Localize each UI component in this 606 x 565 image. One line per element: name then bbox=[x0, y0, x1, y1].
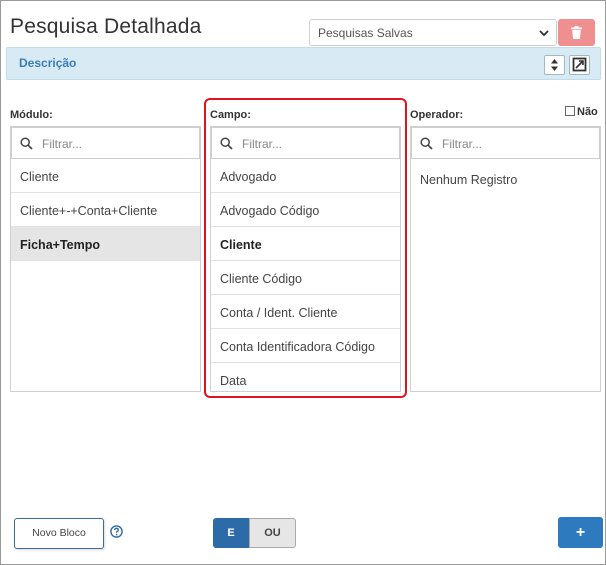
page-title: Pesquisa Detalhada bbox=[10, 15, 202, 38]
negate-checkbox[interactable]: Não bbox=[565, 106, 598, 118]
empty-state-text: Nenhum Registro bbox=[420, 173, 518, 187]
operador-panel: Filtrar... Nenhum Registro bbox=[410, 126, 601, 392]
add-condition-button[interactable]: + bbox=[558, 517, 603, 548]
logic-toggle: E OU bbox=[213, 518, 296, 548]
expand-button[interactable] bbox=[569, 55, 590, 75]
description-label: Descrição bbox=[19, 56, 77, 70]
campo-item-selected[interactable]: Cliente bbox=[211, 227, 400, 261]
modulo-panel: Filtrar... Cliente Cliente+-+Conta+Clien… bbox=[10, 126, 201, 392]
trash-icon bbox=[571, 26, 582, 39]
chevron-down-icon bbox=[539, 30, 549, 37]
description-bar[interactable]: Descrição bbox=[6, 47, 601, 80]
modulo-item-selected[interactable]: Ficha+Tempo bbox=[11, 227, 200, 261]
campo-item[interactable]: Advogado Código bbox=[211, 193, 400, 227]
campo-label: Campo: bbox=[210, 109, 251, 121]
modulo-filter-input[interactable]: Filtrar... bbox=[11, 127, 200, 159]
new-block-button[interactable]: Novo Bloco bbox=[14, 518, 104, 549]
campo-item[interactable]: Cliente Código bbox=[211, 261, 400, 295]
modulo-label: Módulo: bbox=[10, 109, 53, 121]
saved-searches-select[interactable]: Pesquisas Salvas bbox=[309, 19, 557, 46]
campo-filter-input[interactable]: Filtrar... bbox=[211, 127, 400, 159]
modulo-item[interactable]: Cliente+-+Conta+Cliente bbox=[11, 193, 200, 227]
search-icon bbox=[20, 137, 33, 150]
search-icon bbox=[420, 137, 433, 150]
operador-filter-input[interactable]: Filtrar... bbox=[411, 127, 600, 159]
operador-label: Operador: bbox=[410, 109, 464, 121]
filter-placeholder: Filtrar... bbox=[42, 137, 83, 151]
campo-item[interactable]: Conta / Ident. Cliente bbox=[211, 295, 400, 329]
campo-panel: Filtrar... Advogado Advogado Código Clie… bbox=[210, 126, 401, 392]
filter-placeholder: Filtrar... bbox=[242, 137, 283, 151]
logic-and-button[interactable]: E bbox=[213, 518, 249, 548]
delete-saved-search-button[interactable] bbox=[558, 19, 595, 46]
campo-item[interactable]: Conta Identificadora Código bbox=[211, 329, 400, 363]
filter-placeholder: Filtrar... bbox=[442, 137, 483, 151]
negate-label: Não bbox=[577, 106, 598, 118]
logic-or-button[interactable]: OU bbox=[249, 518, 296, 548]
campo-item[interactable]: Advogado bbox=[211, 159, 400, 193]
help-icon[interactable] bbox=[110, 525, 123, 538]
saved-searches-value: Pesquisas Salvas bbox=[318, 26, 413, 40]
expand-icon bbox=[572, 57, 587, 72]
modulo-item[interactable]: Cliente bbox=[11, 159, 200, 193]
search-icon bbox=[220, 137, 233, 150]
sort-icon bbox=[551, 59, 558, 71]
sort-toggle-button[interactable] bbox=[544, 55, 565, 75]
checkbox-box[interactable] bbox=[565, 106, 575, 116]
campo-item[interactable]: Data bbox=[211, 363, 400, 391]
search-window: Pesquisa Detalhada Pesquisas Salvas Desc… bbox=[0, 0, 606, 565]
